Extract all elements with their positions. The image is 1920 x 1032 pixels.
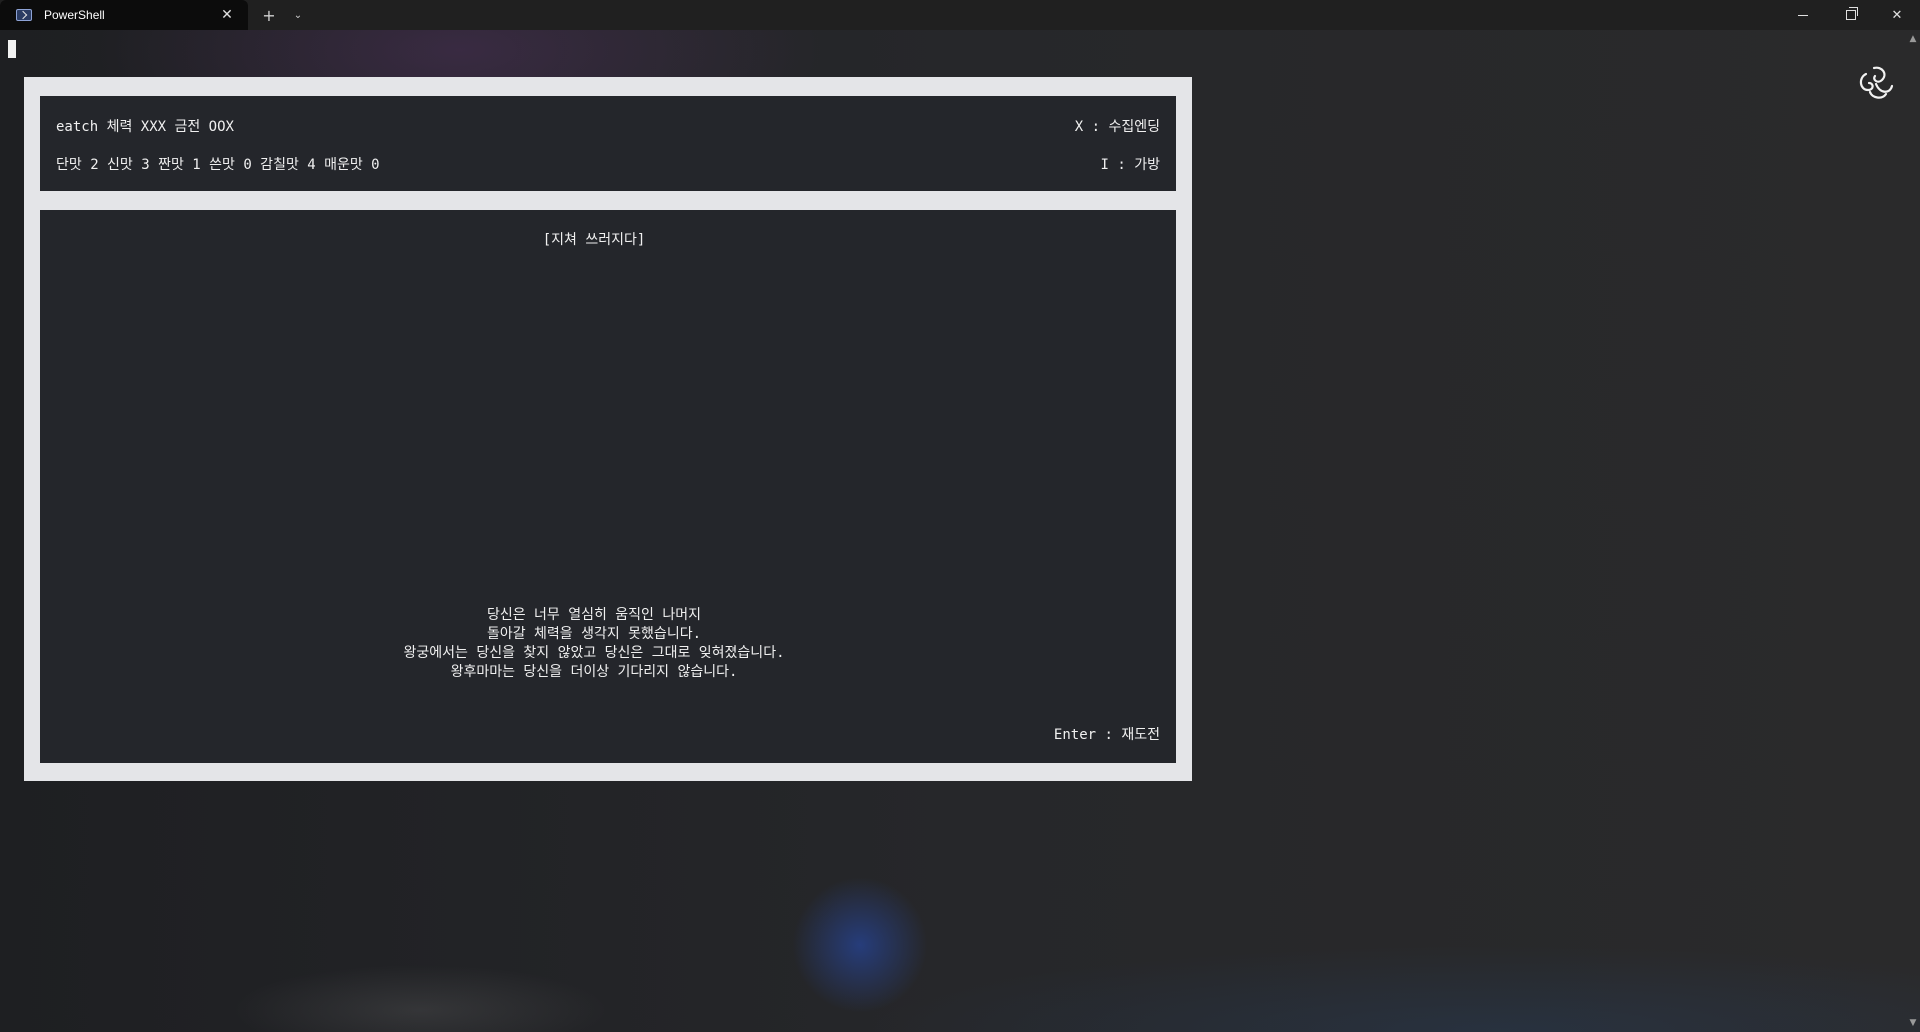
retry-hint: Enter : 재도전 [1053,727,1160,743]
close-window-button[interactable]: ✕ [1874,0,1920,30]
terminal-window: PowerShell ✕ + ⌄ ✕ ▲ ▼ eatch 체력 XXX 금전 O… [0,0,1920,1032]
story-line: 당신은 너무 열심히 움직인 나머지 [486,607,702,623]
minimize-button[interactable] [1780,0,1826,30]
restore-icon [1846,7,1858,20]
bag-hint: I : 가방 [1100,157,1160,173]
game-frame: eatch 체력 XXX 금전 OOX 단맛 2 신맛 3 짠맛 1 쓴맛 0 … [24,77,1192,781]
minimize-icon [1798,14,1808,16]
scroll-down-arrow-icon[interactable]: ▼ [1906,1016,1920,1030]
scene-panel: [지쳐 쓰러지다] 당신은 너무 열심히 움직인 나머지 돌아갈 체력을 생각지… [40,210,1176,763]
swirl-logo-icon [1859,66,1894,99]
scroll-up-arrow-icon[interactable]: ▲ [1906,32,1920,46]
status-panel: eatch 체력 XXX 금전 OOX 단맛 2 신맛 3 짠맛 1 쓴맛 0 … [40,96,1176,191]
restore-button[interactable] [1828,0,1874,30]
taste-stats: 단맛 2 신맛 3 짠맛 1 쓴맛 0 감칠맛 4 매운맛 0 [56,157,380,173]
story-line: 왕궁에서는 당신을 찾지 않았고 당신은 그대로 잊혀졌습니다. [403,645,785,661]
scene-title: [지쳐 쓰러지다] [542,232,646,248]
text-cursor [8,40,16,58]
vertical-scrollbar[interactable]: ▲ ▼ [1906,30,1920,1032]
terminal-viewport[interactable]: ▲ ▼ eatch 체력 XXX 금전 OOX 단맛 2 신맛 3 짠맛 1 쓴… [0,30,1920,1032]
tab-powershell[interactable]: PowerShell ✕ [0,0,248,30]
story-line: 왕후마마는 당신을 더이상 기다리지 않습니다. [450,664,738,680]
title-bar: PowerShell ✕ + ⌄ ✕ [0,0,1920,30]
tab-title: PowerShell [44,8,105,22]
powershell-icon [16,9,32,21]
tab-dropdown-chevron-down-icon[interactable]: ⌄ [288,0,308,30]
story-line: 돌아갈 체력을 생각지 못했습니다. [486,626,702,642]
tab-close-icon[interactable]: ✕ [212,0,242,30]
new-tab-button[interactable]: + [258,0,280,30]
collection-ending-hint: X : 수집엔딩 [1074,119,1160,135]
player-stats: eatch 체력 XXX 금전 OOX [56,119,234,135]
story-text: 당신은 너무 열심히 움직인 나머지 돌아갈 체력을 생각지 못했습니다. 왕궁… [40,606,1148,682]
